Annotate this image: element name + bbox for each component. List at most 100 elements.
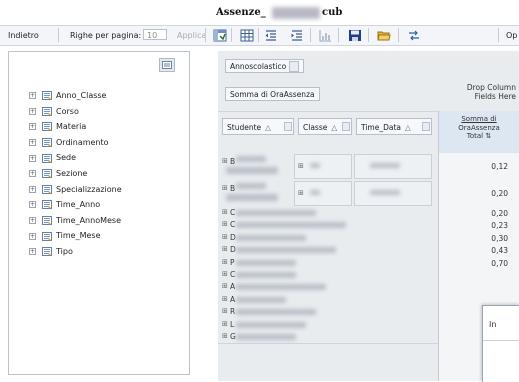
tree-item[interactable]: + Time_Anno [29,197,122,213]
table-row[interactable]: ⊞ C [218,207,438,221]
row-header-label: Time_Data [361,123,402,132]
table-row[interactable]: ⊞ B ⊞ [218,153,438,181]
table-row[interactable]: ⊞ C [218,269,438,283]
row-expand-icon[interactable]: ⊞ [222,295,228,303]
dimension-icon [42,153,52,163]
measure-header[interactable]: Somma di OraAssenza Total ⇅ [438,111,519,153]
table-row[interactable]: ⊞ D [218,231,438,246]
measure-header-line1: Somma di [461,115,497,123]
save-icon[interactable] [348,29,362,42]
expand-icon[interactable]: + [29,185,36,193]
row-expand-icon[interactable]: ⊞ [222,184,228,192]
chart-icon[interactable] [318,29,332,42]
table-row[interactable]: ⊞ A [218,293,438,308]
tree-item[interactable]: + Specializzazione [29,182,122,198]
toolbar-separator [498,28,499,42]
swap-axes-icon[interactable] [407,29,421,42]
sort-icon[interactable]: ⇅ [485,132,491,140]
row-header-time-data[interactable]: Time_Data △ [356,118,432,135]
table-row[interactable]: ⊞ B ⊞ [218,180,438,208]
row-expand-icon[interactable]: ⊞ [222,320,228,328]
table-row[interactable]: ⊞ C [218,219,438,233]
tree-item[interactable]: + Anno_Classe [29,88,122,104]
popup-dialog[interactable]: In [482,305,519,382]
row-header-studente[interactable]: Studente △ [222,118,294,135]
filter-dropdown-icon[interactable] [289,60,300,72]
tree-item-label: Materia [56,122,87,132]
sort-icon[interactable]: △ [405,123,411,132]
row-expand-icon[interactable]: ⊞ [222,208,228,216]
tree-item[interactable]: + Sede [29,150,122,166]
row-expand-icon[interactable]: ⊞ [222,332,228,340]
drop-column-zone[interactable]: Drop Column Fields Here [430,83,516,101]
sort-icon[interactable]: △ [265,123,271,132]
tree-item-label: Specializzazione [56,184,122,194]
student-name-redacted [226,167,278,174]
student-name-redacted [236,296,286,303]
field-list-panel: + Anno_Classe + Corso + Materia + Ordinamento + S… [8,51,190,375]
measure-value: 0,70 [491,258,508,268]
sort-icon[interactable]: △ [331,123,337,132]
header-dropdown-icon[interactable] [284,122,292,131]
row-expand-icon[interactable]: ⊞ [222,233,228,241]
tree-item[interactable]: + Materia [29,119,122,135]
expand-icon[interactable]: + [29,232,36,240]
row-expand-icon[interactable]: ⊞ [222,258,228,266]
expand-icon[interactable]: + [29,201,36,209]
data-field-button[interactable]: Somma di OraAssenza [225,87,320,101]
tree-item-label: Tipo [56,246,73,256]
student-initial: C [230,220,236,230]
row-header-classe[interactable]: Classe △ [298,118,352,135]
student-initial: P [230,257,235,267]
row-expand-icon[interactable]: ⊞ [222,220,228,228]
decrease-indent-icon[interactable] [264,29,278,42]
tree-item[interactable]: + Tipo [29,244,122,260]
expand-icon[interactable]: + [29,123,36,131]
back-button[interactable]: Indietro [8,29,39,42]
row-expand-icon[interactable]: ⊞ [222,282,228,290]
expand-icon[interactable]: + [29,107,36,115]
table-row[interactable]: ⊞ D [218,244,438,258]
header-dropdown-icon[interactable] [342,122,350,131]
tree-item[interactable]: + Sezione [29,166,122,182]
expand-icon[interactable]: + [29,217,36,225]
expand-icon[interactable]: + [29,139,36,147]
options-button[interactable]: Op [506,29,517,42]
header-dropdown-icon[interactable] [422,122,430,131]
measure-value: 0,30 [491,233,508,243]
filter-field-annoscolastico[interactable]: Annoscolastico [225,59,305,73]
row-expand-icon[interactable]: ⊞ [222,270,228,278]
expand-icon[interactable]: + [29,170,36,178]
student-initial: C [230,270,236,279]
expand-icon[interactable]: + [29,92,36,100]
row-expand-icon[interactable]: ⊞ [298,162,304,170]
rows-per-page-input[interactable]: 10 [143,29,167,40]
tree-item-label: Time_AnnoMese [56,215,121,225]
table-row[interactable]: ⊞ P [218,256,438,270]
table-row[interactable]: ⊞ A [218,281,438,295]
row-expand-icon[interactable]: ⊞ [222,157,228,165]
toolbar-separator [338,28,339,42]
table-row[interactable]: ⊞ R [218,306,438,320]
row-expand-icon[interactable]: ⊞ [222,307,228,315]
increase-indent-icon[interactable] [290,29,304,42]
grid-icon[interactable] [240,29,254,42]
row-expand-icon[interactable]: ⊞ [298,189,304,197]
tree-item[interactable]: + Ordinamento [29,135,122,151]
tree-item[interactable]: + Time_Mese [29,228,122,244]
student-name-redacted [236,210,316,216]
window-title: Assenze_ cub [0,0,519,24]
tree-item[interactable]: + Corso [29,104,122,120]
apply-button[interactable]: Applica [177,29,206,42]
expand-icon[interactable]: + [29,248,36,256]
tree-item[interactable]: + Time_AnnoMese [29,213,122,229]
student-name-redacted [236,334,296,340]
measure-value: 0,20 [491,189,508,198]
table-row[interactable]: ⊞ L [218,318,438,332]
table-row[interactable]: ⊞ G [218,331,438,345]
open-folder-icon[interactable] [377,29,391,42]
field-list-options-button[interactable] [159,58,175,72]
pivot-table-icon[interactable] [213,29,227,42]
row-expand-icon[interactable]: ⊞ [222,245,228,253]
expand-icon[interactable]: + [29,154,36,162]
